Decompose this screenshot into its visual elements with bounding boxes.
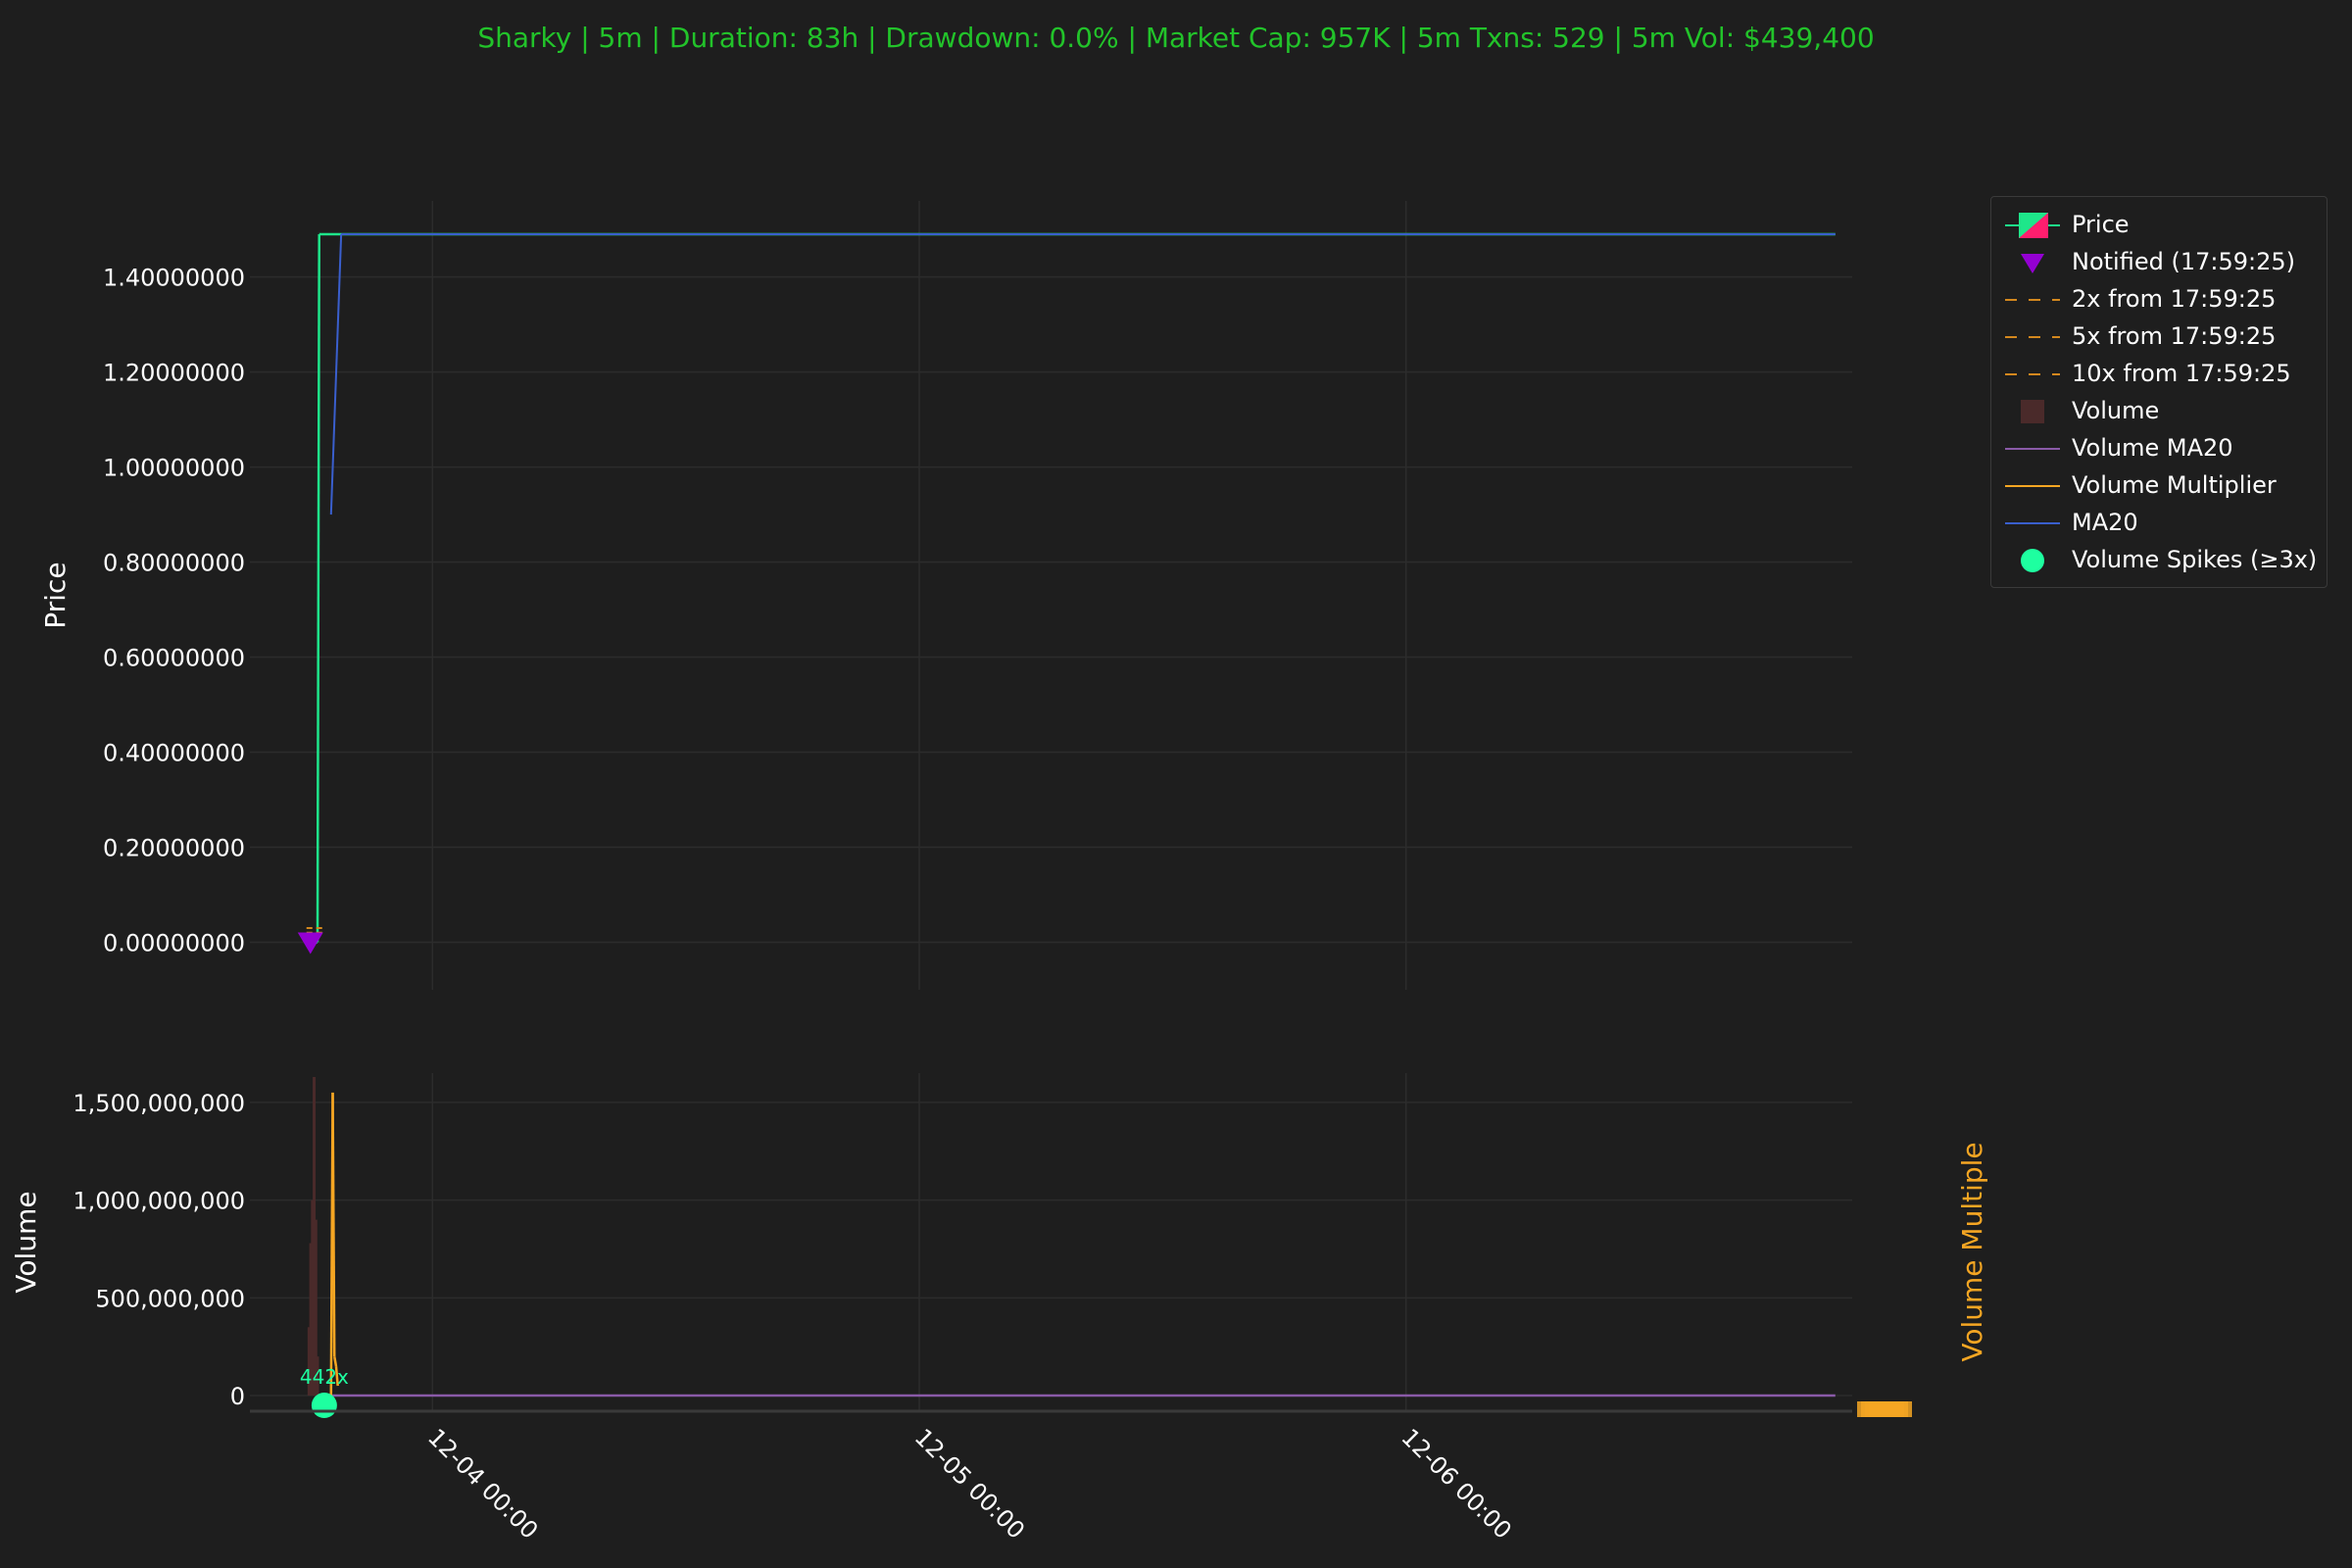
price-y-tick-label: 0.00000000 [103, 930, 245, 957]
price-y-tick-label: 1.00000000 [103, 455, 245, 482]
dashed-line-icon [2005, 373, 2060, 375]
triangle-down-icon [2021, 254, 2044, 273]
legend-label: Price [2072, 211, 2130, 238]
legend-label: Volume MA20 [2072, 434, 2233, 462]
legend-label: Notified (17:59:25) [2072, 248, 2295, 275]
legend: Price Notified (17:59:25) 2x from 17:59:25… [1990, 196, 2328, 588]
x-tick-label: 12-06 00:00 [1396, 1423, 1516, 1544]
price-line-segment [316, 233, 320, 943]
grid-layer [250, 201, 1852, 1411]
legend-item: 2x from 17:59:25 [1991, 281, 2327, 318]
axes-layer: 0.00000000 0.20000000 0.40000000 0.60000000… [10, 265, 1988, 1544]
volume-y-tick-label: 1,500,000,000 [73, 1090, 245, 1117]
price-panel [297, 232, 1836, 955]
legend-label: Volume [2072, 397, 2160, 424]
volume-axis-label: Volume [10, 1191, 42, 1293]
dashed-line-icon [2005, 336, 2060, 338]
legend-item: Volume [1991, 393, 2327, 430]
price-axis-label: Price [39, 562, 72, 628]
volume-spike-label: 442x [300, 1365, 349, 1389]
legend-label: 2x from 17:59:25 [2072, 285, 2277, 313]
volume-multiplier-line-segment [331, 1092, 336, 1357]
legend-label: Volume Multiplier [2072, 471, 2277, 499]
legend-item: Volume Spikes (≥3x) [1991, 542, 2327, 579]
x-tick-label: 12-05 00:00 [909, 1423, 1030, 1544]
volume-multiple-tick-label [1873, 1401, 1912, 1417]
legend-item: MA20 [1991, 505, 2327, 542]
price-y-tick-label: 0.60000000 [103, 645, 245, 672]
legend-label: MA20 [2072, 509, 2138, 536]
volume-multiple-axis-label: Volume Multiple [1956, 1142, 1988, 1361]
candle-icon [2005, 213, 2060, 238]
price-y-tick-label: 0.20000000 [103, 835, 245, 862]
line-icon [2005, 485, 2060, 487]
volume-y-tick-label: 0 [230, 1383, 245, 1410]
legend-item: Volume Multiplier [1991, 467, 2327, 505]
legend-label: Volume Spikes (≥3x) [2072, 546, 2318, 573]
legend-item: 10x from 17:59:25 [1991, 356, 2327, 393]
legend-item: 5x from 17:59:25 [1991, 318, 2327, 356]
dashed-line-icon [2005, 299, 2060, 301]
legend-item: Volume MA20 [1991, 430, 2327, 467]
volume-y-tick-label: 500,000,000 [95, 1285, 245, 1312]
legend-label: 10x from 17:59:25 [2072, 360, 2291, 387]
bar-square-icon [2021, 400, 2044, 423]
legend-label: 5x from 17:59:25 [2072, 322, 2277, 350]
circle-icon [2021, 549, 2044, 572]
legend-item: Price [1991, 207, 2327, 244]
x-tick-label: 12-04 00:00 [422, 1423, 543, 1544]
line-icon [2005, 522, 2060, 524]
legend-item: Notified (17:59:25) [1991, 244, 2327, 281]
volume-y-tick-label: 1,000,000,000 [73, 1188, 245, 1215]
volume-spike-marker [311, 1393, 337, 1418]
price-y-tick-label: 1.40000000 [103, 265, 245, 292]
volume-panel: 442x [300, 1076, 1836, 1418]
notified-marker [297, 932, 323, 955]
price-y-tick-label: 0.80000000 [103, 550, 245, 577]
line-icon [2005, 448, 2060, 450]
price-y-tick-label: 1.20000000 [103, 360, 245, 387]
price-y-tick-label: 0.40000000 [103, 740, 245, 767]
